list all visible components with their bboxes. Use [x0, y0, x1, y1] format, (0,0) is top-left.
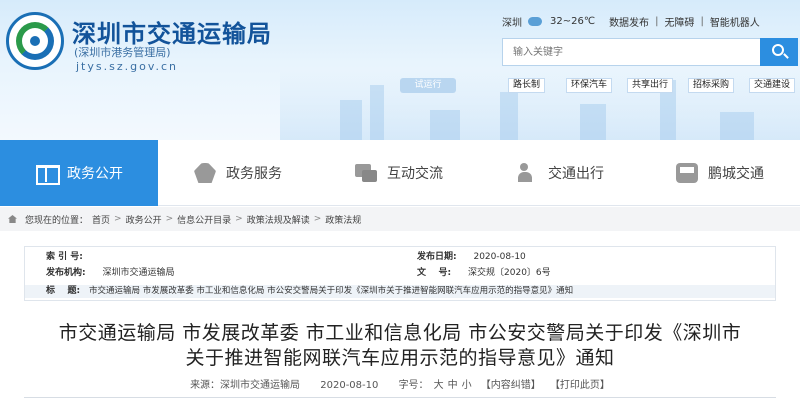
- article-title-line-1: 市交通运输局 市发展改革委 市工业和信息化局 市公安交警局关于印发《深圳市: [58, 322, 742, 344]
- meta-date: 发布日期: 2020-08-10: [417, 252, 526, 262]
- breadcrumb-prefix: 您现在的位置：: [25, 215, 89, 226]
- trial-badge: 试运行: [400, 78, 456, 93]
- book-icon: [35, 163, 60, 185]
- nav-item-gov-service[interactable]: 政务服务: [158, 140, 318, 206]
- chevron-right-icon: >: [235, 214, 243, 224]
- chevron-right-icon: >: [313, 214, 322, 224]
- accessibility-link[interactable]: 无障碍: [664, 14, 694, 29]
- nav-label: 交通出行: [548, 166, 604, 182]
- quick-link-eco-car[interactable]: 环保汽车: [566, 78, 613, 93]
- quick-link-construction[interactable]: 交通建设: [749, 78, 796, 93]
- article-meta: 来源：深圳市交通运输局 2020-08-10 字号： 大中小 【内容纠错】 【打印…: [0, 376, 800, 391]
- nav-item-pengcheng[interactable]: 鹏城交通: [640, 140, 800, 206]
- chat-icon: [355, 163, 377, 183]
- breadcrumb-policy[interactable]: 政策法规: [325, 213, 361, 226]
- separator: |: [700, 16, 704, 27]
- breadcrumb-bar: 您现在的位置： 首页 > 政务公开 > 信息公开目录 > 政策法规及解读 > 政…: [0, 207, 800, 231]
- separator: |: [655, 16, 659, 27]
- nav-label: 政务公开: [67, 166, 123, 182]
- divider: [24, 397, 776, 398]
- nav-label: 鹏城交通: [708, 166, 764, 182]
- nav-item-interaction[interactable]: 互动交流: [318, 140, 480, 206]
- search-button[interactable]: [760, 38, 798, 66]
- meta-index: 索 引 号:: [46, 252, 83, 262]
- cloud-icon: [528, 17, 542, 26]
- meta-org: 发布机构: 深圳市交通运输局: [46, 268, 175, 278]
- search-box: [502, 38, 798, 66]
- document-meta-table: 索 引 号: 发布机构: 深圳市交通运输局 发布日期: 2020-08-10 文…: [24, 246, 776, 301]
- search-input[interactable]: [502, 38, 760, 66]
- breadcrumb: 您现在的位置： 首页 > 政务公开 > 信息公开目录 > 政策法规及解读 > 政…: [8, 207, 361, 231]
- site-header: 深圳市交通运输局 (深圳市港务管理局) jtys.sz.gov.cn 深圳 32…: [0, 0, 800, 140]
- nav-item-travel[interactable]: 交通出行: [480, 140, 640, 206]
- font-size-small[interactable]: 小: [462, 380, 472, 391]
- nav-item-gov-affairs[interactable]: 政务公开: [0, 140, 158, 206]
- site-url: jtys.sz.gov.cn: [76, 60, 178, 73]
- article-title-line-2: 关于推进智能网联汽车应用示范的指导意见》通知: [185, 347, 615, 369]
- quick-link-procurement[interactable]: 招标采购: [688, 78, 735, 93]
- chevron-right-icon: >: [165, 214, 174, 224]
- font-size-medium[interactable]: 中: [448, 380, 458, 391]
- breadcrumb-home[interactable]: 首页: [92, 213, 110, 226]
- handshake-icon: [194, 163, 216, 183]
- chevron-right-icon: >: [114, 214, 122, 224]
- home-icon: [8, 215, 17, 223]
- main-nav: 政务公开 政务服务 互动交流 交通出行 鹏城交通: [0, 140, 800, 206]
- robot-link[interactable]: 智能机器人: [710, 14, 760, 29]
- error-report-link[interactable]: 【内容纠错】: [481, 380, 541, 391]
- bus-icon: [676, 163, 698, 183]
- breadcrumb-gov-affairs[interactable]: 政务公开: [126, 213, 162, 226]
- site-subtitle: (深圳市港务管理局): [74, 46, 171, 59]
- article-date: 2020-08-10: [320, 380, 379, 391]
- breadcrumb-policy-interpretation[interactable]: 政策法规及解读: [247, 213, 310, 226]
- site-logo[interactable]: [6, 12, 64, 70]
- font-size-large[interactable]: 大: [434, 380, 444, 391]
- nav-label: 政务服务: [226, 166, 282, 182]
- breadcrumb-info-catalog[interactable]: 信息公开目录: [177, 213, 231, 226]
- quick-link-shared-travel[interactable]: 共享出行: [627, 78, 674, 93]
- weather-text: 32~26℃: [550, 16, 596, 27]
- city-name: 深圳: [502, 18, 522, 29]
- person-icon: [516, 163, 538, 183]
- meta-title: 标 题: 市交通运输局 市发展改革委 市工业和信息化局 市公安交警局关于印发《深…: [25, 285, 775, 298]
- quick-link-road-chief[interactable]: 路长制: [508, 78, 546, 93]
- meta-doc-number: 文 号: 深交规〔2020〕6号: [417, 268, 551, 278]
- font-size-label: 字号：: [398, 380, 429, 391]
- nav-label: 互动交流: [387, 166, 443, 182]
- data-release-link[interactable]: 数据发布: [609, 14, 649, 29]
- article-source: 来源：深圳市交通运输局: [190, 380, 301, 391]
- print-link[interactable]: 【打印此页】: [550, 380, 610, 391]
- top-links: 深圳 32~26℃ 数据发布 | 无障碍 | 智能机器人: [502, 14, 760, 29]
